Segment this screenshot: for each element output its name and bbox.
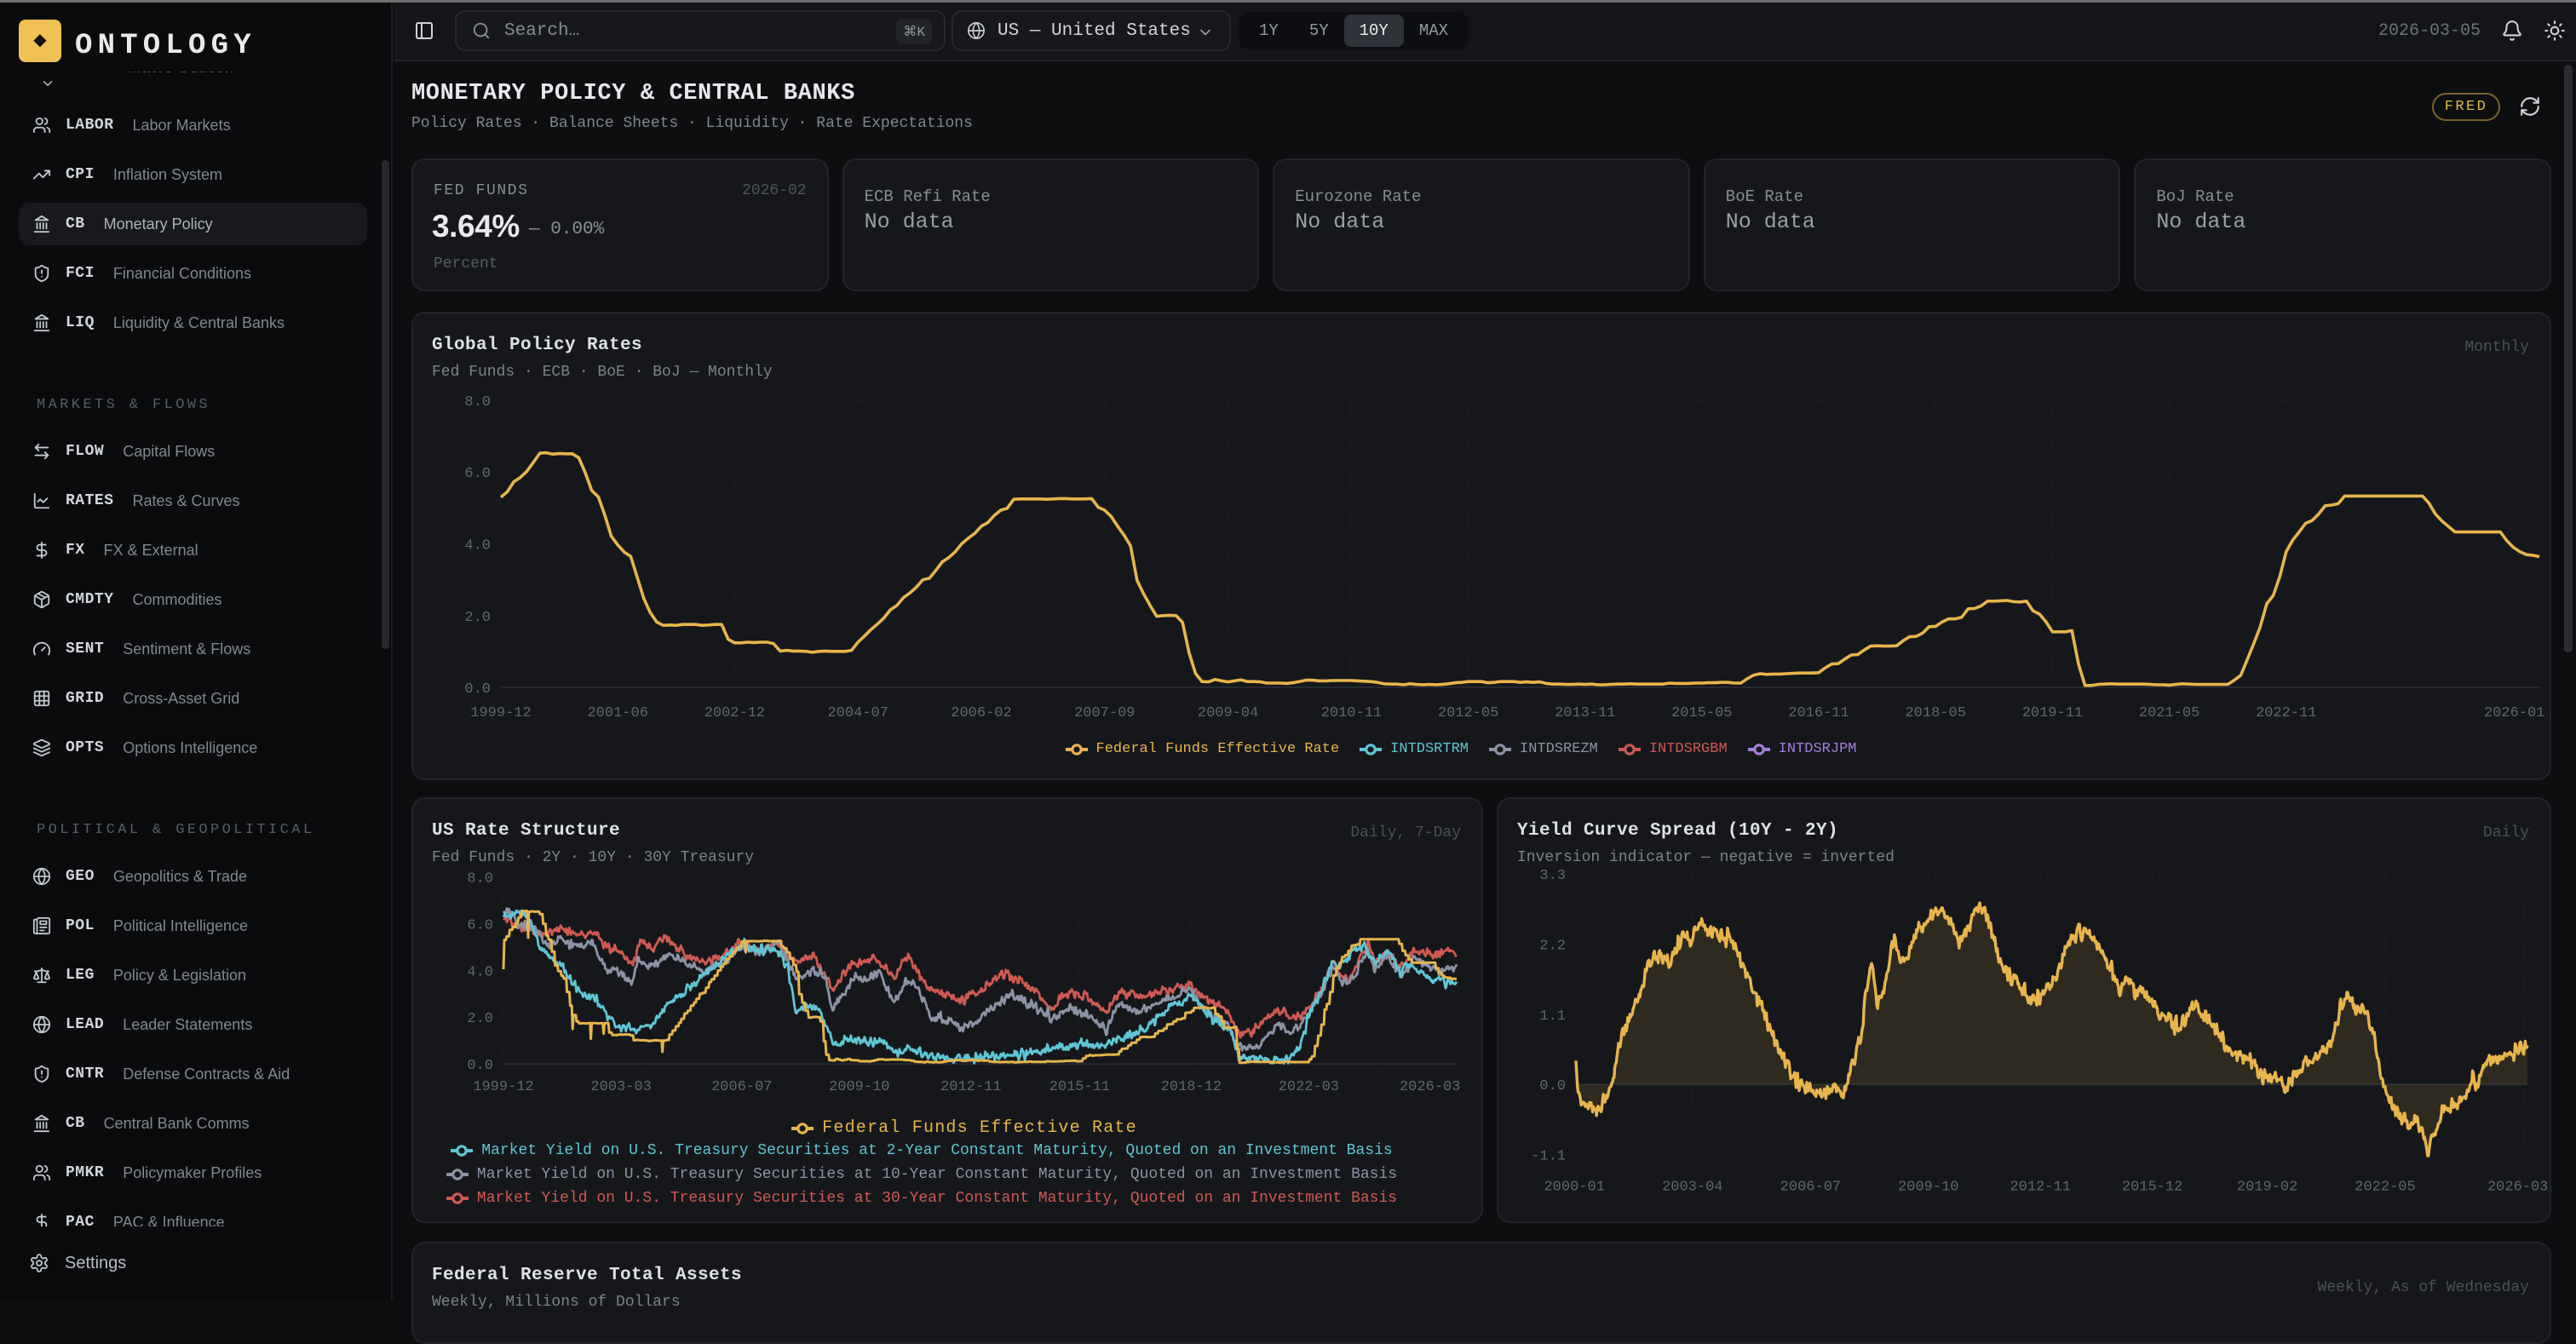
svg-text:2003-03: 2003-03: [590, 1079, 651, 1095]
svg-text:2021-05: 2021-05: [2139, 705, 2199, 721]
svg-text:6.0: 6.0: [467, 917, 493, 933]
svg-text:2.0: 2.0: [464, 610, 491, 626]
svg-text:2022-11: 2022-11: [2256, 705, 2316, 721]
svg-text:2022-03: 2022-03: [1279, 1079, 1339, 1095]
svg-text:2009-10: 2009-10: [1898, 1180, 1958, 1196]
svg-text:2026-01: 2026-01: [2484, 705, 2544, 721]
svg-text:2026-03: 2026-03: [1400, 1079, 1460, 1095]
svg-text:2003-04: 2003-04: [1662, 1180, 1722, 1196]
svg-text:0.0: 0.0: [1539, 1078, 1566, 1094]
svg-text:2012-11: 2012-11: [940, 1079, 1001, 1095]
svg-text:2012-05: 2012-05: [1438, 705, 1498, 721]
svg-text:2019-02: 2019-02: [2237, 1180, 2297, 1196]
svg-text:2018-12: 2018-12: [1161, 1079, 1222, 1095]
svg-text:2015-05: 2015-05: [1671, 705, 1732, 721]
svg-text:0.0: 0.0: [467, 1058, 493, 1074]
svg-text:2019-11: 2019-11: [2022, 705, 2083, 721]
svg-text:2004-07: 2004-07: [827, 705, 888, 721]
svg-text:2007-09: 2007-09: [1074, 705, 1135, 721]
svg-text:8.0: 8.0: [467, 870, 493, 887]
svg-text:2016-11: 2016-11: [1788, 705, 1849, 721]
svg-text:3.3: 3.3: [1539, 868, 1566, 884]
svg-text:2001-06: 2001-06: [587, 705, 647, 721]
svg-text:2000-01: 2000-01: [1544, 1180, 1604, 1196]
svg-text:2006-07: 2006-07: [711, 1079, 772, 1095]
svg-text:4.0: 4.0: [464, 537, 491, 554]
svg-text:-1.1: -1.1: [1531, 1149, 1566, 1165]
svg-text:2009-04: 2009-04: [1198, 705, 1258, 721]
svg-text:2002-12: 2002-12: [704, 705, 765, 721]
svg-text:2.2: 2.2: [1539, 938, 1566, 954]
svg-text:2009-10: 2009-10: [829, 1079, 889, 1095]
svg-text:2006-02: 2006-02: [951, 705, 1011, 721]
svg-text:2015-12: 2015-12: [2122, 1180, 2182, 1196]
svg-text:0.0: 0.0: [464, 681, 491, 698]
svg-text:2026-03: 2026-03: [2487, 1180, 2548, 1196]
svg-text:1999-12: 1999-12: [473, 1079, 533, 1095]
svg-text:4.0: 4.0: [467, 964, 493, 980]
svg-text:1.1: 1.1: [1539, 1008, 1566, 1025]
svg-text:2.0: 2.0: [467, 1011, 493, 1027]
svg-text:2010-11: 2010-11: [1321, 705, 1382, 721]
svg-text:2006-07: 2006-07: [1780, 1180, 1841, 1196]
svg-text:6.0: 6.0: [464, 466, 491, 482]
svg-text:2013-11: 2013-11: [1555, 705, 1615, 721]
svg-text:8.0: 8.0: [464, 394, 491, 411]
svg-text:2018-05: 2018-05: [1905, 705, 1965, 721]
svg-text:2022-05: 2022-05: [2355, 1180, 2415, 1196]
svg-text:2015-11: 2015-11: [1049, 1079, 1110, 1095]
svg-text:1999-12: 1999-12: [470, 705, 531, 721]
svg-text:2012-11: 2012-11: [2010, 1180, 2070, 1196]
